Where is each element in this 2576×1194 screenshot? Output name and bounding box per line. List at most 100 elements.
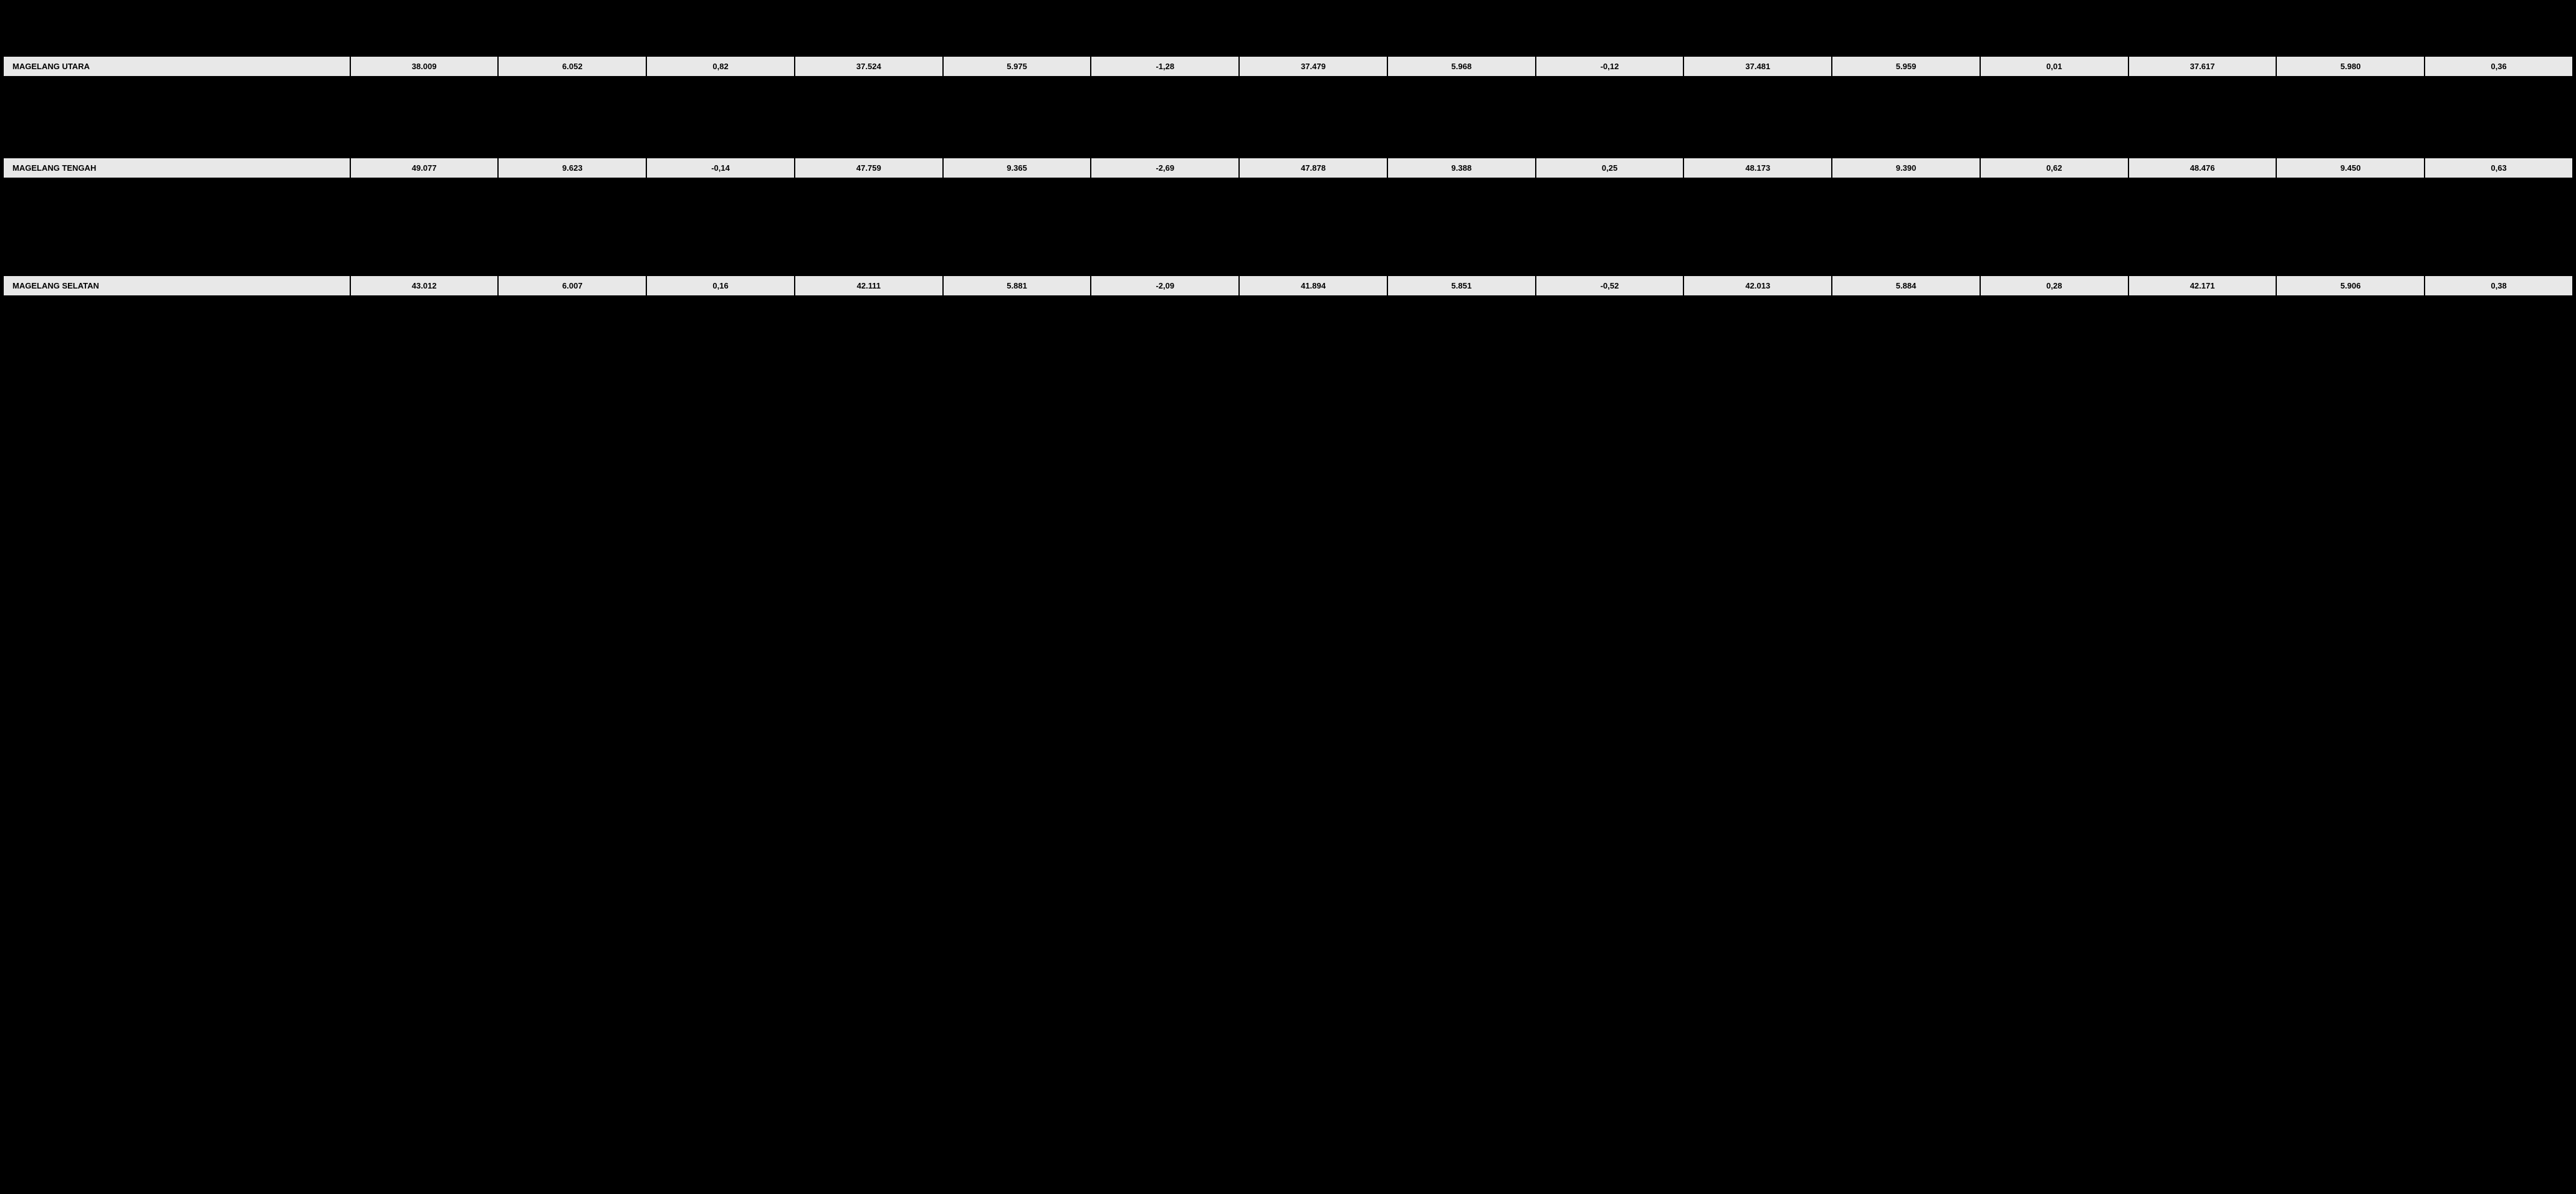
village-value: 8.175 [1683, 93, 1832, 109]
header-years-row: 2019 2020 2021 2022 2023 [3, 22, 2573, 40]
header-sub: Jumlah (jiwa) [2128, 40, 2277, 56]
village-value: 9.665 [2276, 194, 2425, 211]
village-value: 3.355 [2276, 312, 2425, 328]
village-row: 3 Rejowinangun Utara9.64210.233-2,709.40… [3, 211, 2573, 227]
village-value: -0,09 [2425, 109, 2573, 125]
village-value: 8.548 [795, 328, 943, 345]
village-value: 5.921 [943, 93, 1091, 109]
village-value: 1,20 [1980, 93, 2128, 109]
village-value: 2,78 [2425, 259, 2573, 275]
village-value: -6,30 [1091, 227, 1239, 243]
village-value: 1,61 [1091, 194, 1239, 211]
district-value: -0,14 [646, 158, 795, 178]
village-value: 0,67 [1980, 77, 2128, 93]
village-value: 5.711 [350, 109, 499, 125]
village-value: 0,21 [1536, 77, 1684, 93]
village-value: 9.471 [1387, 194, 1536, 211]
village-value: -3,74 [1091, 259, 1239, 275]
village-value: 6.820 [1239, 312, 1387, 328]
village-value: 6.671 [795, 312, 943, 328]
village-value: 10.640 [1832, 259, 1980, 275]
village-value: 4.305 [1387, 77, 1536, 93]
village-value: 4.902 [1832, 178, 1980, 194]
village-value: 0,89 [1091, 125, 1239, 141]
village-name: 2 Cacaban [3, 194, 350, 211]
village-value: 1,80 [646, 141, 795, 158]
village-value: -0,44 [2425, 243, 2573, 259]
district-value: 38.009 [350, 56, 499, 77]
district-value: 0,25 [1536, 158, 1684, 178]
village-value: 2,23 [1536, 312, 1684, 328]
district-value: 0,36 [2425, 56, 2573, 77]
village-value: 0,28 [646, 227, 795, 243]
village-value: 5.992 [1832, 93, 1980, 109]
village-value: 8.160 [943, 243, 1091, 259]
village-value: 4.454 [1387, 109, 1536, 125]
village-value: 8.163 [2276, 243, 2425, 259]
village-value: -0,82 [1091, 109, 1239, 125]
village-value: 19.694 [498, 377, 646, 393]
village-row: 5 Panjang6.2388.3230,206.1168.160-1,966.… [3, 243, 2573, 259]
district-value: 43.012 [350, 275, 499, 296]
district-value: 37.479 [1239, 56, 1387, 77]
village-value: 5.921 [1387, 93, 1536, 109]
village-value: 0,37 [2425, 296, 2573, 312]
village-value: 8.929 [943, 141, 1091, 158]
village-value: 8.336 [2128, 194, 2277, 211]
district-value: 48.173 [1683, 158, 1832, 178]
village-value: 1,69 [646, 194, 795, 211]
district-name: MAGELANG UTARA [3, 56, 350, 77]
village-value: 8.019 [350, 194, 499, 211]
village-name: 1 Jurangombo Utara [3, 296, 350, 312]
village-value: -0,20 [2425, 361, 2573, 377]
village-name: 1 Kemirirejo [3, 178, 350, 194]
district-value: 5.975 [943, 56, 1091, 77]
district-value: 42.111 [795, 275, 943, 296]
village-value: 13.782 [1683, 141, 1832, 158]
village-value: 10.111 [498, 227, 646, 243]
village-value: 5.735 [1683, 109, 1832, 125]
village-value: 1,66 [1536, 328, 1684, 345]
village-name: 5 Panjang [3, 243, 350, 259]
village-value: 4.874 [943, 178, 1091, 194]
village-value: 5.557 [2276, 125, 2425, 141]
district-value: 5.968 [1387, 56, 1536, 77]
header-sub: Laju Pertumbuhan [2425, 40, 2573, 56]
village-value: -2,96 [1091, 377, 1239, 393]
village-value: 5.520 [1683, 361, 1832, 377]
district-value: 37.481 [1683, 56, 1832, 77]
village-name: 3 Rejowinangun Utara [3, 211, 350, 227]
village-value: 7.571 [1387, 296, 1536, 312]
village-value: 5.880 [350, 361, 499, 377]
village-value: 8.919 [1387, 141, 1536, 158]
village-value: 7.694 [498, 345, 646, 361]
village-value: -0,72 [1980, 259, 2128, 275]
village-value: 4.347 [795, 178, 943, 194]
district-value: 47.759 [795, 158, 943, 178]
header-year-2: 2021 [1239, 22, 1683, 40]
village-value: 8.148 [795, 194, 943, 211]
village-value: -2,09 [1980, 361, 2128, 377]
village-value: 10.741 [943, 259, 1091, 275]
village-value: 0,23 [646, 312, 795, 328]
header-sub: Laju Pertumbuhan [1536, 40, 1684, 56]
header-sub: Kepadatan (jiwa/km²) [2276, 40, 2425, 56]
village-name: 3 Kedungsari [3, 109, 350, 125]
village-value: 6.263 [1387, 328, 1536, 345]
district-value: 9.390 [1832, 158, 1980, 178]
district-value: -0,12 [1536, 56, 1684, 77]
village-value: 4.471 [498, 77, 646, 93]
district-value: 41.894 [1239, 275, 1387, 296]
district-value: 0,82 [646, 56, 795, 77]
village-row: 1 Jurangombo Utara4.3577.775-4.3577.775-… [3, 296, 2573, 312]
header-sub: Jumlah (jiwa) [795, 40, 943, 56]
village-value: 0,80 [2425, 141, 2573, 158]
village-value: 4.278 [2276, 361, 2425, 377]
village-row: 2 Jurangombo Selatan6.9663.2830,236.6713… [3, 312, 2573, 328]
village-value: -0,70 [1091, 361, 1239, 377]
village-value: 4.292 [2128, 296, 2277, 312]
village-value: 8.368 [795, 377, 943, 393]
village-value: 0,20 [646, 243, 795, 259]
village-name: 4 Tidar Utara [3, 345, 350, 361]
village-value: -0,22 [1536, 259, 1684, 275]
